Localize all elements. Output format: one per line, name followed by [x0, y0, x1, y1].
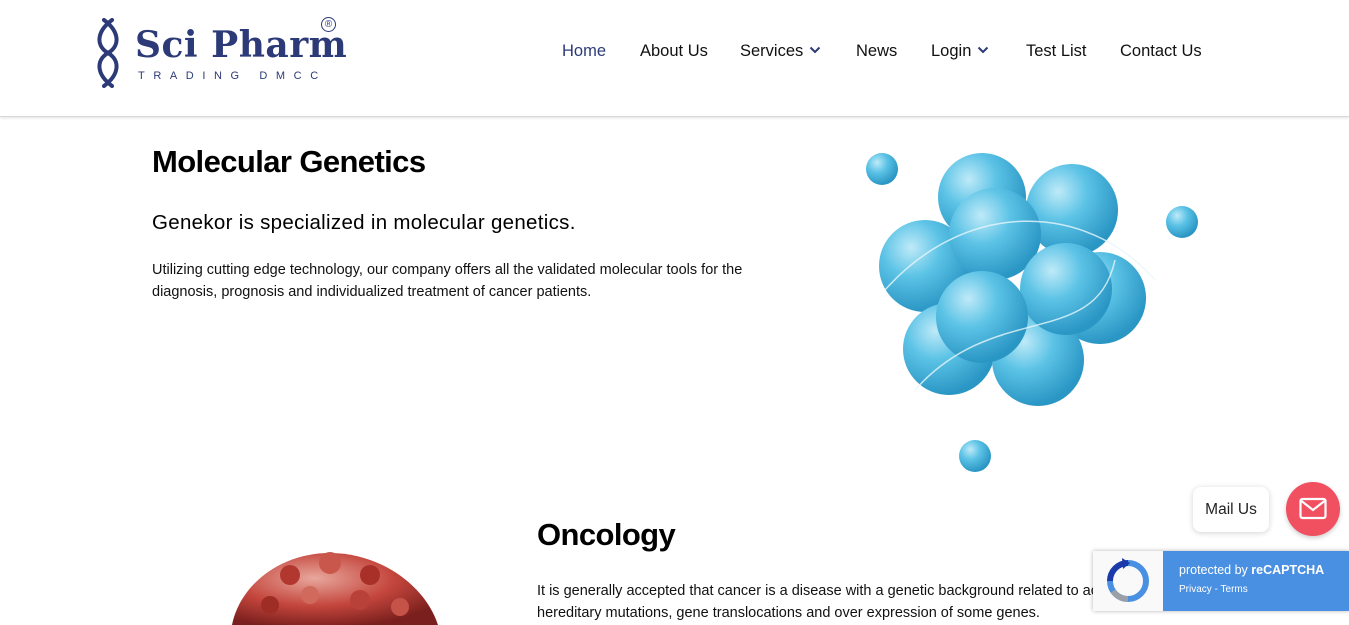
oncology-title: Oncology	[537, 517, 676, 552]
nav-test-list[interactable]: Test List	[1026, 42, 1087, 61]
helix-logo-icon	[97, 18, 119, 88]
nav-services[interactable]: Services	[740, 42, 821, 61]
nav-login[interactable]: Login	[931, 42, 989, 61]
recaptcha-terms-link[interactable]: Terms	[1221, 584, 1248, 595]
molecular-genetics-title: Molecular Genetics	[152, 144, 426, 179]
recaptcha-prefix: protected by	[1179, 563, 1252, 577]
recaptcha-protected-text: protected by reCAPTCHA	[1179, 563, 1324, 577]
nav-home[interactable]: Home	[562, 42, 606, 61]
site-header: Sci Pharm TRADING DMCC ® Home About Us S…	[0, 0, 1349, 117]
logo-subtitle: TRADING DMCC	[138, 70, 327, 82]
scipharm-logo[interactable]: Sci Pharm TRADING DMCC ®	[90, 16, 347, 90]
chevron-down-icon	[810, 46, 821, 54]
molecular-genetics-body: Utilizing cutting edge technology, our c…	[152, 262, 743, 300]
registered-mark: ®	[321, 17, 336, 32]
molecular-genetics-subtitle: Genekor is specialized in molecular gene…	[152, 211, 576, 234]
chevron-down-icon	[978, 46, 989, 54]
recaptcha-links: Privacy - Terms	[1179, 584, 1248, 595]
cancer-cells-illustration	[232, 552, 438, 625]
recaptcha-badge[interactable]: protected by reCAPTCHA Privacy - Terms	[1093, 551, 1349, 611]
logo-wordmark: Sci Pharm	[135, 24, 348, 66]
recaptcha-brand: reCAPTCHA	[1251, 563, 1325, 577]
recaptcha-info-panel: protected by reCAPTCHA Privacy - Terms	[1163, 551, 1349, 611]
nav-news[interactable]: News	[856, 42, 897, 61]
mail-us-label[interactable]: Mail Us	[1193, 487, 1269, 532]
recaptcha-logo-panel	[1093, 551, 1163, 611]
nav-login-label: Login	[931, 42, 972, 60]
recaptcha-privacy-link[interactable]: Privacy	[1179, 584, 1212, 595]
nav-contact-us[interactable]: Contact Us	[1120, 42, 1202, 61]
nav-services-label: Services	[740, 42, 804, 60]
mail-us-button[interactable]	[1286, 482, 1340, 536]
recaptcha-icon	[1107, 558, 1149, 603]
envelope-icon	[1299, 497, 1327, 520]
nav-about-us[interactable]: About Us	[640, 42, 708, 61]
molecule-illustration	[866, 153, 1198, 472]
recaptcha-separator: -	[1211, 584, 1221, 595]
